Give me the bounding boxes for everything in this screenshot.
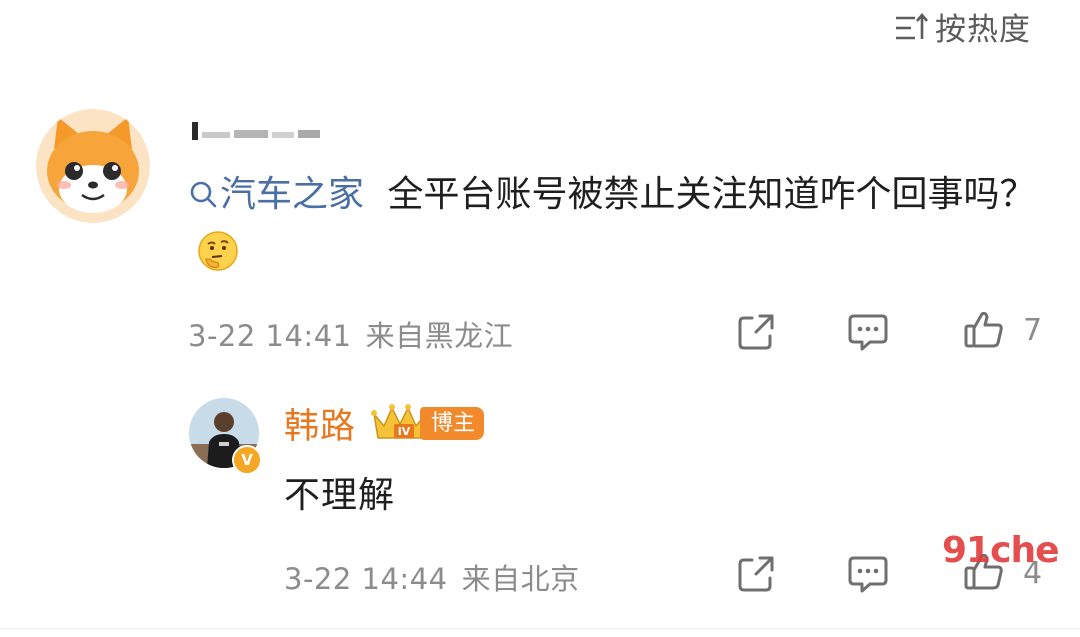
topic-label: 汽车之家	[220, 174, 365, 215]
username-obscured[interactable]	[190, 122, 322, 140]
comment-text: 汽车之家 全平台账号被禁止关注知道咋个回事吗？	[188, 165, 1048, 283]
comment-body: 全平台账号被禁止关注知道咋个回事吗？	[387, 174, 1036, 215]
badge-level: IV	[398, 425, 411, 438]
comment-location: 来自黑龙江	[365, 319, 514, 353]
sort-icon	[896, 12, 928, 40]
comment-icon[interactable]	[846, 310, 890, 354]
sort-label: 按热度	[935, 11, 1031, 48]
fox-avatar-icon	[36, 109, 150, 223]
reply-time: 3-22 14:44	[284, 562, 448, 596]
reply-text: 不理解	[284, 475, 396, 516]
divider	[0, 628, 1080, 629]
thinking-emoji-icon	[198, 231, 238, 271]
reply-comment-icon[interactable]	[846, 552, 890, 596]
verified-badge: V	[232, 445, 262, 475]
comment-time: 3-22 14:41	[188, 319, 352, 353]
commenter-avatar[interactable]	[36, 109, 150, 223]
sort-toggle[interactable]: 按热度	[893, 6, 1031, 48]
reply-share-icon[interactable]	[734, 552, 778, 596]
watermark: 91che	[942, 530, 1059, 571]
blogger-badge: 博主	[420, 407, 485, 440]
comment-meta: 3-22 14:41 来自黑龙江	[188, 313, 513, 355]
search-icon	[190, 181, 217, 208]
reply-location: 来自北京	[461, 562, 580, 596]
share-icon[interactable]	[734, 310, 778, 354]
like-count: 7	[1023, 313, 1043, 348]
like-icon[interactable]	[962, 308, 1006, 352]
reply-username[interactable]: 韩路	[284, 398, 356, 449]
reply-meta: 3-22 14:44 来自北京	[284, 556, 580, 598]
topic-link[interactable]: 汽车之家	[188, 174, 364, 215]
